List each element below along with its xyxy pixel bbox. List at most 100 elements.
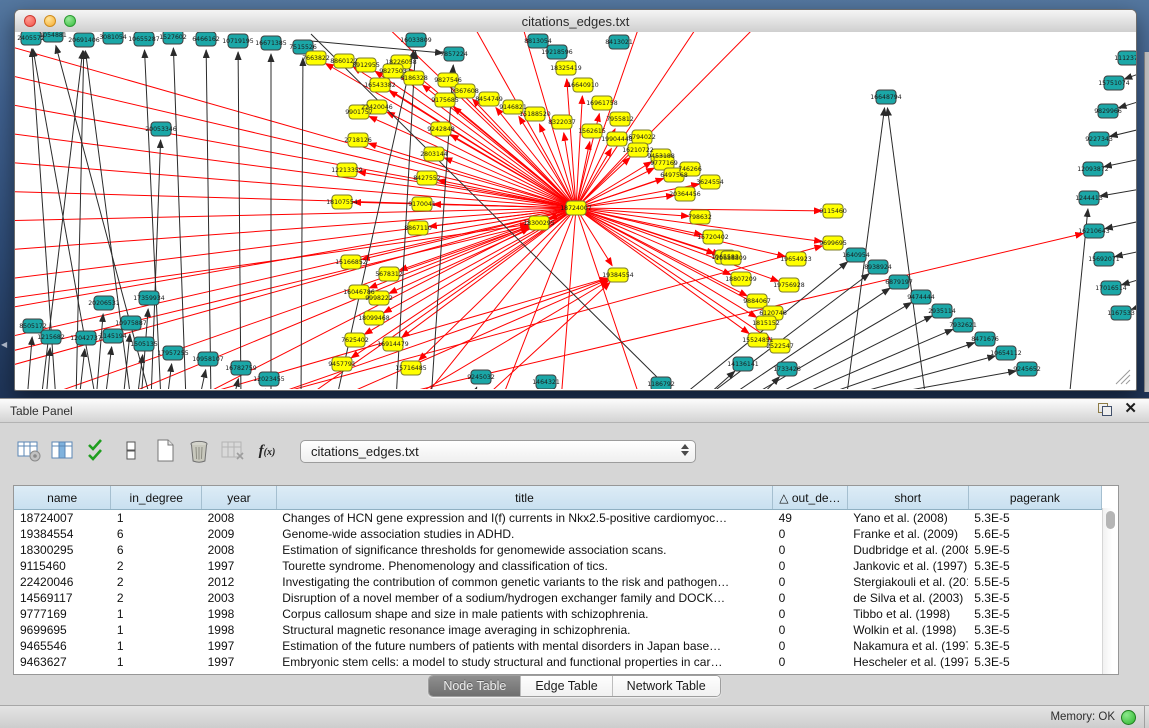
table-row[interactable]: 946554611997Estimation of the future num…: [14, 638, 1102, 654]
rows-icon[interactable]: [116, 437, 146, 465]
svg-text:1464321: 1464321: [532, 379, 560, 386]
svg-text:18300295: 18300295: [523, 220, 555, 227]
svg-text:9227343: 9227343: [1085, 136, 1113, 143]
table-row[interactable]: 1872400712008Changes of HCN gene express…: [14, 510, 1102, 527]
network-window[interactable]: citations_edges.txt 24055721054881206914…: [14, 9, 1137, 391]
row-check-icon[interactable]: [82, 437, 112, 465]
svg-text:18107554: 18107554: [326, 199, 358, 206]
svg-text:2522547: 2522547: [766, 343, 794, 350]
minimize-button[interactable]: [44, 15, 56, 27]
svg-text:17359934: 17359934: [133, 295, 165, 302]
svg-text:16671385: 16671385: [255, 40, 287, 47]
close-panel-icon[interactable]: ✕: [1124, 402, 1137, 416]
svg-text:20691406: 20691406: [68, 37, 100, 44]
svg-text:1562615: 1562615: [578, 128, 606, 135]
svg-text:15188520: 15188520: [519, 111, 551, 118]
table-row[interactable]: 946362711997Embryonic stem cells: a mode…: [14, 654, 1102, 670]
table-panel-title: Table Panel: [10, 404, 73, 418]
zoom-button[interactable]: [64, 15, 76, 27]
table-row[interactable]: 911546021997Tourette syndrome. Phenomeno…: [14, 558, 1102, 574]
column-header-short[interactable]: short: [847, 486, 968, 510]
network-canvas[interactable]: 2405572105488120691406308105410655287152…: [15, 32, 1136, 389]
table-row[interactable]: 977716911998Corpus callosum shape and si…: [14, 606, 1102, 622]
svg-text:18724007: 18724007: [560, 205, 592, 212]
svg-text:1815152: 1815152: [752, 320, 780, 327]
svg-text:9827503: 9827503: [379, 68, 407, 75]
panel-collapse-arrow-icon[interactable]: ◀: [1, 340, 7, 349]
tab-network-table[interactable]: Network Table: [612, 676, 720, 696]
svg-text:9115460: 9115460: [819, 208, 847, 215]
close-button[interactable]: [24, 15, 36, 27]
svg-text:20364456: 20364456: [669, 191, 701, 198]
svg-text:7932621: 7932621: [949, 322, 977, 329]
svg-text:1733426: 1733426: [773, 366, 801, 373]
svg-text:8938924: 8938924: [864, 264, 892, 271]
function-icon[interactable]: f(x): [252, 437, 282, 465]
svg-text:9146821: 9146821: [499, 104, 527, 111]
trash-icon[interactable]: [184, 437, 214, 465]
svg-text:1505135: 1505135: [130, 341, 158, 348]
status-bar: Memory: OK: [0, 705, 1149, 728]
svg-text:2367608: 2367608: [451, 88, 479, 95]
table-row[interactable]: 1830029562008Estimation of significance …: [14, 542, 1102, 558]
svg-text:15166852: 15166852: [335, 259, 367, 266]
svg-text:16033809: 16033809: [400, 37, 432, 44]
column-header-year[interactable]: year: [202, 486, 277, 510]
tab-edge-table[interactable]: Edge Table: [520, 676, 611, 696]
column-header-title[interactable]: title: [276, 486, 772, 510]
tab-node-table[interactable]: Node Table: [429, 676, 520, 696]
svg-text:2935114: 2935114: [928, 308, 956, 315]
svg-text:3081054: 3081054: [99, 34, 127, 41]
column-header-in_degree[interactable]: in_degree: [111, 486, 202, 510]
window-titlebar[interactable]: citations_edges.txt: [15, 10, 1136, 33]
table-selector-dropdown[interactable]: citations_edges.txt: [300, 440, 696, 463]
svg-text:18226058: 18226058: [385, 59, 417, 66]
svg-text:16640910: 16640910: [567, 82, 599, 89]
svg-text:6879197: 6879197: [885, 279, 913, 286]
svg-text:9699695: 9699695: [819, 240, 847, 247]
table-scrollbar[interactable]: [1102, 508, 1118, 674]
svg-text:19218596: 19218596: [541, 49, 573, 56]
svg-text:9998222: 9998222: [365, 295, 393, 302]
table-row[interactable]: 969969511998Structural magnetic resonanc…: [14, 622, 1102, 638]
svg-text:15720402: 15720402: [697, 234, 729, 241]
svg-text:10958107: 10958107: [192, 356, 224, 363]
float-panel-icon[interactable]: [1098, 403, 1112, 416]
table-row[interactable]: 1938455462009Genome-wide association stu…: [14, 526, 1102, 542]
table-panel: Table Panel ✕ f(x) citat: [0, 398, 1149, 706]
column-header-out_de[interactable]: △ out_de…: [773, 486, 848, 510]
svg-text:6120746: 6120746: [759, 310, 787, 317]
svg-text:10688809: 10688809: [715, 255, 747, 262]
svg-text:20206531: 20206531: [88, 300, 120, 307]
svg-text:15751074: 15751074: [1098, 80, 1130, 87]
svg-text:1186792: 1186792: [647, 381, 675, 388]
column-header-name[interactable]: name: [14, 486, 111, 510]
svg-text:6466162: 6466162: [192, 36, 220, 43]
new-file-icon[interactable]: [150, 437, 180, 465]
delete-table-icon[interactable]: [218, 437, 248, 465]
svg-text:16210643: 16210643: [1078, 228, 1110, 235]
table-scrollbar-thumb[interactable]: [1106, 511, 1115, 529]
svg-text:8322037: 8322037: [548, 119, 576, 126]
svg-text:9777169: 9777169: [650, 160, 678, 167]
svg-text:1215682: 1215682: [37, 334, 65, 341]
column-header-pagerank[interactable]: pagerank: [968, 486, 1101, 510]
svg-text:10975887: 10975887: [115, 320, 147, 327]
svg-text:16543382: 16543382: [364, 82, 396, 89]
svg-text:8413021: 8413021: [605, 39, 633, 46]
svg-text:14136141: 14136141: [727, 361, 759, 368]
svg-text:9901757: 9901757: [345, 109, 373, 116]
svg-text:7663822: 7663822: [302, 55, 330, 62]
column-select-icon[interactable]: [48, 437, 78, 465]
svg-text:9884067: 9884067: [743, 298, 771, 305]
svg-text:7955812: 7955812: [606, 116, 634, 123]
table-settings-icon[interactable]: [14, 437, 44, 465]
table-row[interactable]: 1456911722003Disruption of a novel membe…: [14, 590, 1102, 606]
svg-text:798632: 798632: [688, 214, 712, 221]
svg-text:1112372: 1112372: [1114, 55, 1136, 62]
window-title: citations_edges.txt: [15, 14, 1136, 29]
svg-text:1527602: 1527602: [159, 34, 187, 41]
svg-text:7857224: 7857224: [440, 51, 468, 58]
table-row[interactable]: 2242004622012Investigating the contribut…: [14, 574, 1102, 590]
svg-text:16961758: 16961758: [586, 100, 618, 107]
